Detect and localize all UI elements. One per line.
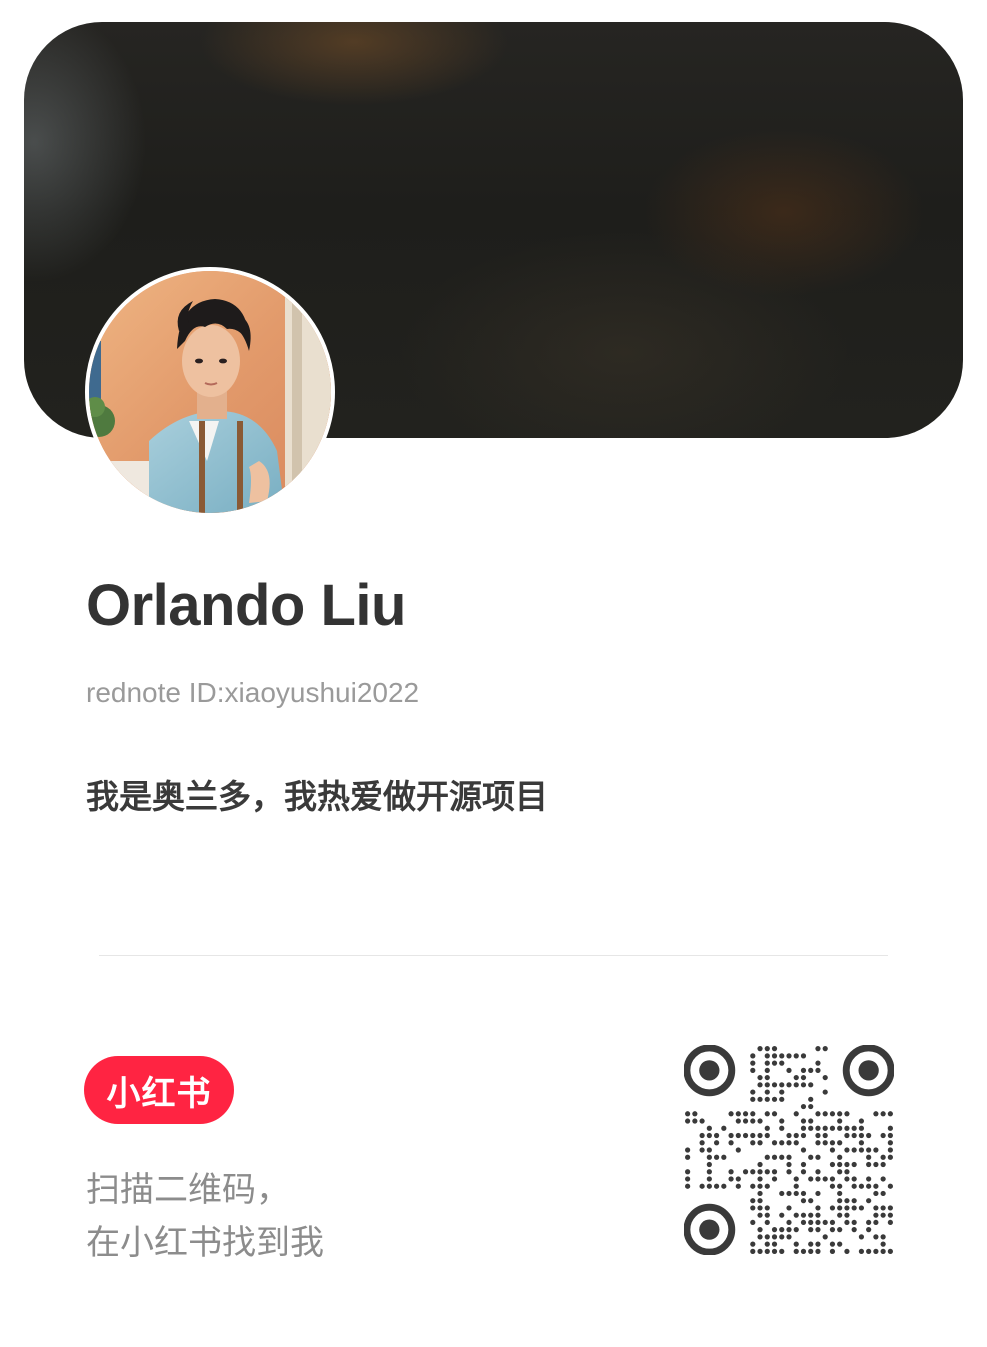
scan-instruction-line-1: 扫描二维码， <box>86 1171 290 1209</box>
xiaohongshu-logo: 小红书 <box>84 1056 234 1124</box>
profile-bio: 我是奥兰多，我热爱做开源项目 <box>86 778 548 815</box>
rednote-id: rednote ID:xiaoyushui2022 <box>86 677 420 708</box>
qr-finder-marker <box>842 1045 894 1097</box>
profile-card: Orlando Liu rednote ID:xiaoyushui2022 我是… <box>0 0 987 1347</box>
qr-code[interactable] <box>684 1045 894 1255</box>
scan-instruction-line-2: 在小红书找到我 <box>86 1224 324 1262</box>
qr-finder-marker <box>684 1045 736 1097</box>
avatar-illustration <box>89 271 331 513</box>
divider <box>99 955 888 956</box>
qr-finder-marker <box>684 1203 736 1255</box>
profile-name: Orlando Liu <box>86 573 406 638</box>
avatar[interactable] <box>85 267 335 517</box>
